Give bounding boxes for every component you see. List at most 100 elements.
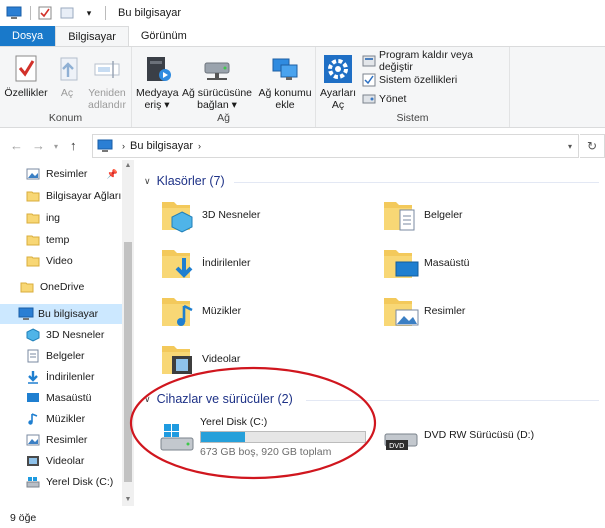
- folder-downloads[interactable]: İndirilenler: [160, 244, 250, 282]
- folder-videos[interactable]: Videolar: [160, 340, 240, 378]
- documents-icon: [26, 349, 40, 363]
- folder-music[interactable]: Müzikler: [160, 292, 241, 330]
- breadcrumb-separator-icon[interactable]: ›: [122, 141, 125, 151]
- toolbar-separator: [30, 6, 31, 20]
- nav-item-this-pc[interactable]: Bu bilgisayar: [0, 304, 122, 324]
- refresh-icon: ↻: [586, 139, 598, 153]
- breadcrumb-separator-icon[interactable]: ›: [198, 141, 201, 151]
- nav-item-onedrive[interactable]: OneDrive: [0, 277, 122, 297]
- folder-icon: [26, 233, 40, 247]
- folder-label: Belgeler: [424, 209, 463, 221]
- nav-pane-scrollbar[interactable]: ▲ ▼: [122, 160, 134, 506]
- scroll-up-icon[interactable]: ▲: [122, 160, 134, 172]
- ribbon-group-location: Özellikler Aç Yeniden adlandır Konum: [0, 47, 132, 127]
- drive-label: Yerel Disk (C:): [200, 416, 268, 428]
- nav-item-label: OneDrive: [40, 281, 85, 293]
- pin-icon[interactable]: 📌: [107, 169, 118, 180]
- folder-pictures[interactable]: Resimler: [382, 292, 465, 330]
- forward-arrow-icon[interactable]: →: [32, 138, 45, 153]
- navigation-pane: Resimler 📌 Bilgisayar Ağları ing temp Vi…: [0, 160, 136, 506]
- scroll-down-icon[interactable]: ▼: [122, 494, 134, 506]
- svg-text:DVD: DVD: [389, 442, 404, 450]
- nav-item-videos[interactable]: Videolar: [0, 451, 122, 471]
- computer-icon[interactable]: [6, 5, 22, 21]
- nav-item-documents[interactable]: Belgeler: [0, 346, 122, 366]
- nav-item-video[interactable]: Video: [0, 251, 122, 271]
- tab-computer[interactable]: Bilgisayar: [55, 26, 129, 46]
- folder-documents[interactable]: Belgeler: [382, 196, 463, 234]
- nav-item-local-disk[interactable]: Yerel Disk (C:): [0, 472, 122, 492]
- system-properties-label: Sistem özellikleri: [379, 74, 458, 86]
- section-divider: [306, 400, 599, 401]
- map-network-drive-button[interactable]: Ağ sürücüsüne bağlan ▾: [180, 53, 254, 111]
- content-area: ∨ Klasörler (7) 3D Nesneler Belgeler İnd…: [136, 160, 605, 506]
- recent-locations-icon[interactable]: ▾: [54, 142, 58, 151]
- nav-item-downloads[interactable]: İndirilenler: [0, 367, 122, 387]
- nav-item-label: ing: [46, 212, 61, 224]
- open-icon: [52, 53, 84, 85]
- dvd-drive-icon: DVD: [382, 416, 420, 454]
- up-arrow-icon[interactable]: ↑: [70, 138, 77, 153]
- open-button[interactable]: Aç: [52, 53, 82, 99]
- tab-view[interactable]: Görünüm: [129, 26, 199, 46]
- ribbon-group-network: Medyaya eriş ▾ Ağ sürücüsüne bağlan ▾ Ağ…: [132, 47, 316, 127]
- nav-item-pictures-quick[interactable]: Resimler 📌: [0, 164, 122, 184]
- pictures-icon: [382, 292, 420, 330]
- properties-icon[interactable]: [37, 5, 53, 21]
- open-settings-button[interactable]: Ayarları Aç: [320, 53, 356, 111]
- address-dropdown-icon[interactable]: ▾: [568, 142, 572, 151]
- disk-usage-bar: [200, 431, 366, 443]
- folder-3d-objects[interactable]: 3D Nesneler: [160, 196, 260, 234]
- location-group-label: Konum: [48, 112, 83, 124]
- uninstall-program-button[interactable]: Program kaldır veya değiştir: [362, 49, 509, 73]
- local-disk-icon: [158, 418, 196, 456]
- new-folder-icon[interactable]: [59, 5, 75, 21]
- nav-item-label: Bilgisayar Ağları: [46, 190, 122, 202]
- folder-desktop[interactable]: Masaüstü: [382, 244, 470, 282]
- settings-gear-icon: [322, 53, 354, 85]
- add-network-location-button[interactable]: Ağ konumu ekle: [256, 53, 314, 111]
- folders-section-header[interactable]: ∨ Klasörler (7): [144, 174, 225, 188]
- nav-item-ing[interactable]: ing: [0, 208, 122, 228]
- system-properties-button[interactable]: Sistem özellikleri: [362, 72, 457, 88]
- folder-label: Resimler: [424, 305, 466, 317]
- downloads-icon: [26, 370, 40, 384]
- breadcrumb[interactable]: Bu bilgisayar: [130, 140, 193, 152]
- nav-item-label: temp: [46, 234, 70, 246]
- pictures-icon: [26, 167, 40, 181]
- rename-button[interactable]: Yeniden adlandır: [84, 53, 130, 111]
- access-media-button[interactable]: Medyaya eriş ▾: [136, 53, 179, 111]
- open-label: Aç: [60, 87, 74, 99]
- nav-item-music[interactable]: Müzikler: [0, 409, 122, 429]
- customize-dropdown-icon[interactable]: ▾: [81, 5, 97, 21]
- scroll-thumb[interactable]: [124, 242, 132, 482]
- folder-icon: [26, 211, 40, 225]
- properties-button[interactable]: Özellikler: [4, 53, 48, 99]
- folder-icon: [26, 254, 40, 268]
- chevron-down-icon[interactable]: ∨: [144, 176, 151, 187]
- nav-item-temp[interactable]: temp: [0, 230, 122, 250]
- nav-item-desktop[interactable]: Masaüstü: [0, 388, 122, 408]
- rename-label: Yeniden adlandır: [88, 87, 126, 111]
- drive-detail: 673 GB boş, 920 GB toplam: [200, 446, 332, 458]
- local-disk-info: Yerel Disk (C:) 673 GB boş, 920 GB topla…: [200, 416, 366, 458]
- network-group-label: Ağ: [217, 112, 230, 124]
- tab-file[interactable]: Dosya: [0, 26, 56, 46]
- nav-item-pictures[interactable]: Resimler: [0, 430, 122, 450]
- window-title: Bu bilgisayar: [118, 7, 181, 19]
- media-server-icon: [141, 53, 173, 85]
- nav-item-bilgisayar-aglari[interactable]: Bilgisayar Ağları: [0, 186, 122, 206]
- drive-dvd[interactable]: DVD DVD RW Sürücüsü (D:): [382, 416, 534, 454]
- nav-item-3d-objects[interactable]: 3D Nesneler: [0, 325, 122, 345]
- folder-label: İndirilenler: [202, 257, 251, 269]
- toolbar-separator: [105, 6, 106, 20]
- computer-icon: [97, 139, 113, 153]
- address-bar[interactable]: › Bu bilgisayar › ▾: [92, 134, 579, 158]
- drive-local-disk[interactable]: Yerel Disk (C:) 673 GB boş, 920 GB topla…: [158, 416, 366, 458]
- refresh-button[interactable]: ↻: [580, 134, 605, 158]
- chevron-down-icon[interactable]: ∨: [144, 394, 151, 405]
- drives-section-header[interactable]: ∨ Cihazlar ve sürücüler (2): [144, 392, 293, 406]
- back-arrow-icon[interactable]: ←: [10, 138, 23, 153]
- nav-item-label: Bu bilgisayar: [38, 308, 99, 320]
- manage-button[interactable]: Yönet: [362, 91, 406, 107]
